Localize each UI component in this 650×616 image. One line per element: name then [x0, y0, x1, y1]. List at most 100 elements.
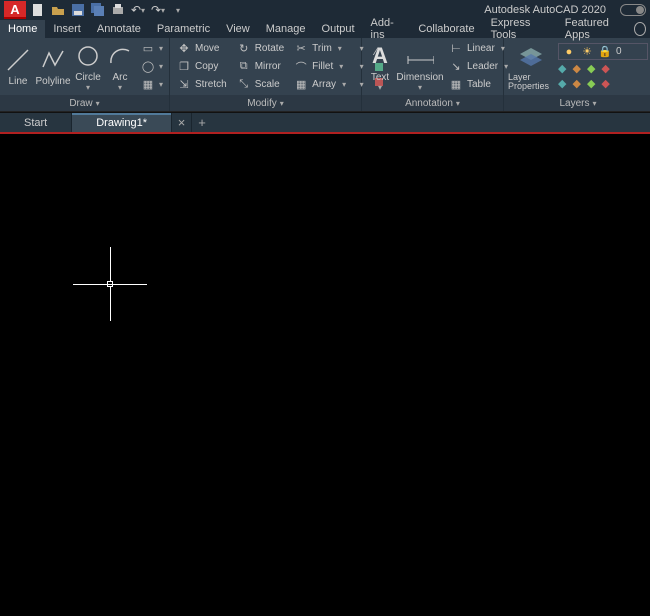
- scale-icon: ⤡: [237, 78, 251, 92]
- ellipse-icon: ◯: [141, 60, 155, 74]
- line-icon: [4, 46, 32, 74]
- lightbulb-icon: ●: [562, 45, 576, 59]
- chevron-down-icon: ▾: [378, 83, 382, 92]
- panel-modify: ✥Move ❐Copy ⇲Stretch ↻Rotate ⧉Mirror ⤡Sc…: [170, 38, 362, 111]
- panel-annotation: A Text ▾ Dimension ▾ ⊢Linear▾ ↘Leader▾ ▦…: [362, 38, 504, 111]
- tab-parametric[interactable]: Parametric: [149, 20, 218, 38]
- arc-button[interactable]: Arc ▾: [106, 42, 134, 92]
- hatch-button[interactable]: ▦▾: [138, 76, 166, 93]
- tab-annotate[interactable]: Annotate: [89, 20, 149, 38]
- tab-view[interactable]: View: [218, 20, 258, 38]
- add-tab-icon[interactable]: +: [192, 113, 212, 132]
- tab-featuredapps[interactable]: Featured Apps: [557, 20, 634, 38]
- chevron-down-icon: ▾: [86, 83, 90, 92]
- search-icon[interactable]: [634, 22, 646, 36]
- hatch-icon: ▦: [141, 78, 155, 92]
- rotate-button[interactable]: ↻Rotate: [234, 40, 287, 57]
- polyline-icon: [39, 46, 67, 74]
- panel-label-modify[interactable]: Modify▾: [170, 95, 361, 111]
- drawing-tab[interactable]: Drawing1*: [72, 113, 172, 132]
- ribbon: Line Polyline Circle ▾ Arc ▾ ▭▾ ◯▾ ▦▾: [0, 38, 650, 112]
- start-tab[interactable]: Start: [0, 113, 72, 132]
- open-icon[interactable]: [50, 2, 66, 18]
- rotate-icon: ↻: [237, 42, 251, 56]
- linear-icon: ⊢: [449, 42, 463, 56]
- polyline-button[interactable]: Polyline: [36, 46, 70, 87]
- text-icon: A: [366, 42, 394, 70]
- circle-icon: [74, 42, 102, 70]
- layer-properties-button[interactable]: Layer Properties: [508, 43, 554, 91]
- layer-tool-1-icon[interactable]: ◆: [558, 62, 566, 75]
- saveall-icon[interactable]: [90, 2, 106, 18]
- stretch-button[interactable]: ⇲Stretch: [174, 76, 230, 93]
- dimension-icon: [406, 42, 434, 70]
- layer-tool-2-icon[interactable]: ◆: [572, 62, 580, 75]
- ribbon-tabs: Home Insert Annotate Parametric View Man…: [0, 20, 650, 38]
- linear-button[interactable]: ⊢Linear▾: [446, 40, 511, 57]
- panel-draw: Line Polyline Circle ▾ Arc ▾ ▭▾ ◯▾ ▦▾: [0, 38, 170, 111]
- layers-icon: [517, 43, 545, 71]
- table-button[interactable]: ▦Table: [446, 76, 511, 93]
- layer-dropdown[interactable]: ● ☀ 🔒 0: [558, 43, 648, 60]
- save-icon[interactable]: [70, 2, 86, 18]
- layer-tool-3-icon[interactable]: ◆: [587, 62, 595, 75]
- panel-label-layers[interactable]: Layers▾: [504, 95, 650, 111]
- tab-home[interactable]: Home: [0, 20, 45, 38]
- trim-icon: ✂: [294, 42, 308, 56]
- arc-icon: [106, 42, 134, 70]
- leader-button[interactable]: ↘Leader▾: [446, 58, 511, 75]
- signin-pill[interactable]: [620, 4, 646, 16]
- chevron-down-icon: ▾: [118, 83, 122, 92]
- chevron-down-icon: ▾: [418, 83, 422, 92]
- panel-label-draw[interactable]: Draw▾: [0, 95, 169, 111]
- drawing-canvas[interactable]: [0, 134, 650, 616]
- layer-tool-4-icon[interactable]: ◆: [601, 62, 609, 75]
- lock-icon: 🔒: [598, 45, 612, 59]
- circle-button[interactable]: Circle ▾: [74, 42, 102, 92]
- pickbox: [107, 281, 113, 287]
- trim-button[interactable]: ✂Trim▾: [291, 40, 349, 57]
- sun-icon: ☀: [580, 45, 594, 59]
- fillet-button[interactable]: ⌒Fillet▾: [291, 58, 349, 75]
- array-button[interactable]: ▦Array▾: [291, 76, 349, 93]
- mirror-icon: ⧉: [237, 60, 251, 74]
- document-tabs: Start Drawing1* × +: [0, 112, 650, 132]
- fillet-icon: ⌒: [294, 60, 308, 74]
- layer-tool-8-icon[interactable]: ◆: [601, 77, 609, 90]
- array-icon: ▦: [294, 78, 308, 92]
- crosshair-cursor: [73, 247, 147, 321]
- scale-button[interactable]: ⤡Scale: [234, 76, 287, 93]
- layer-tool-6-icon[interactable]: ◆: [572, 77, 580, 90]
- redo-icon[interactable]: ↷▾: [150, 2, 166, 18]
- mirror-button[interactable]: ⧉Mirror: [234, 58, 287, 75]
- rectangle-icon: ▭: [141, 42, 155, 56]
- tab-expresstools[interactable]: Express Tools: [483, 20, 557, 38]
- dimension-button[interactable]: Dimension ▾: [398, 42, 442, 92]
- new-icon[interactable]: [30, 2, 46, 18]
- table-icon: ▦: [449, 78, 463, 92]
- title-bar: A ↶▾ ↷▾ ▾ Autodesk AutoCAD 2020: [0, 0, 650, 20]
- line-button[interactable]: Line: [4, 46, 32, 87]
- text-button[interactable]: A Text ▾: [366, 42, 394, 92]
- stretch-icon: ⇲: [177, 78, 191, 92]
- qat-customize-icon[interactable]: ▾: [170, 2, 186, 18]
- app-title: Autodesk AutoCAD 2020: [484, 4, 606, 16]
- tab-manage[interactable]: Manage: [258, 20, 314, 38]
- undo-icon[interactable]: ↶▾: [130, 2, 146, 18]
- move-button[interactable]: ✥Move: [174, 40, 230, 57]
- move-icon: ✥: [177, 42, 191, 56]
- copy-button[interactable]: ❐Copy: [174, 58, 230, 75]
- tab-output[interactable]: Output: [314, 20, 363, 38]
- layer-tool-7-icon[interactable]: ◆: [587, 77, 595, 90]
- layer-tool-5-icon[interactable]: ◆: [558, 77, 566, 90]
- panel-label-annotation[interactable]: Annotation▾: [362, 95, 503, 111]
- close-tab-icon[interactable]: ×: [172, 113, 192, 132]
- app-menu-button[interactable]: A: [4, 1, 26, 19]
- rectangle-button[interactable]: ▭▾: [138, 40, 166, 57]
- tab-collaborate[interactable]: Collaborate: [410, 20, 482, 38]
- ellipse-button[interactable]: ◯▾: [138, 58, 166, 75]
- tab-addins[interactable]: Add-ins: [363, 20, 411, 38]
- leader-icon: ↘: [449, 60, 463, 74]
- plot-icon[interactable]: [110, 2, 126, 18]
- tab-insert[interactable]: Insert: [45, 20, 89, 38]
